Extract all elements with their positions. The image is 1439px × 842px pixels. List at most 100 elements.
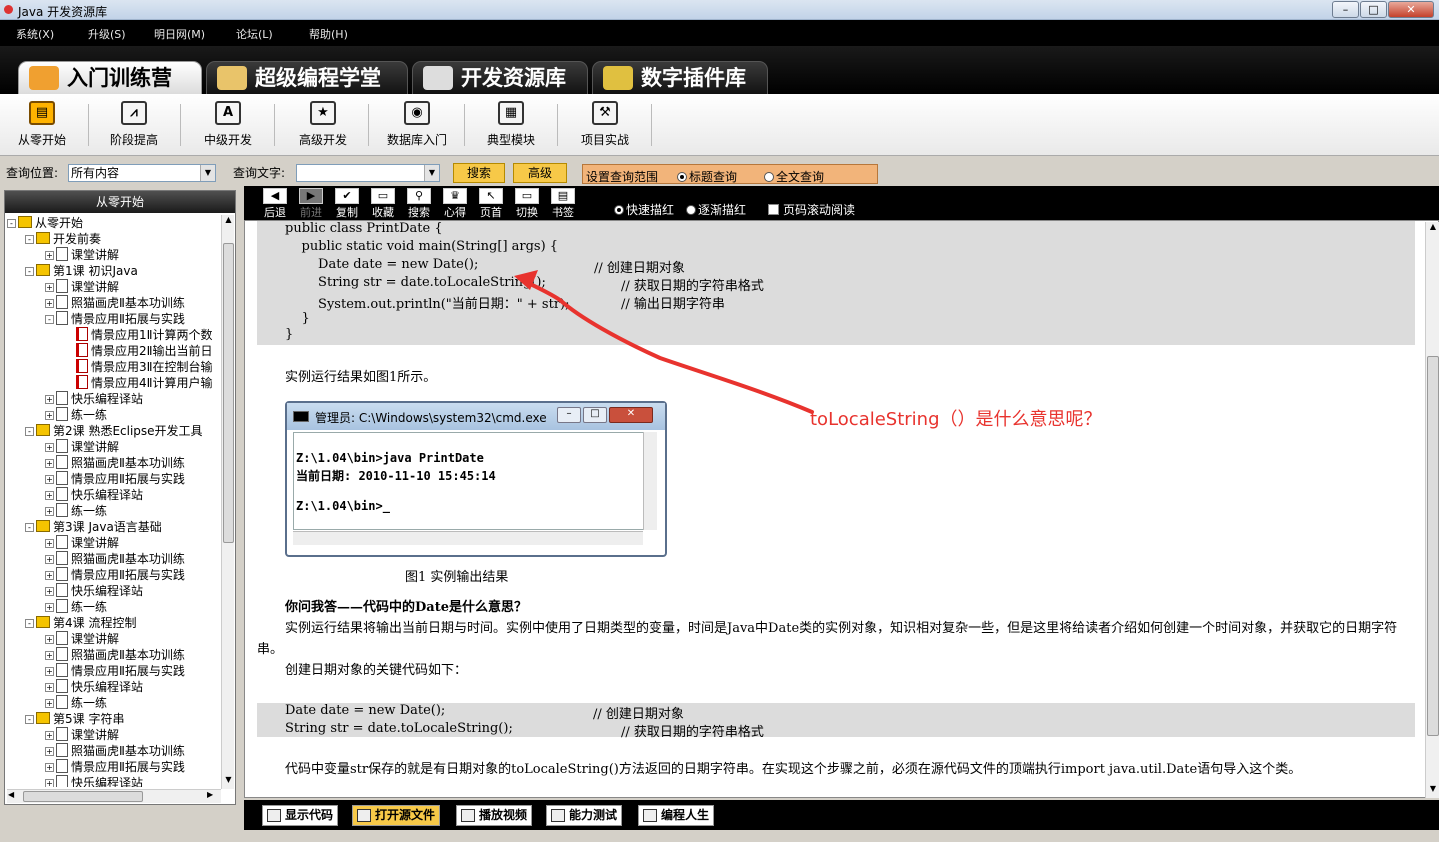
tree-item[interactable]: - 第4课 流程控制 [25, 615, 136, 631]
tree-item[interactable]: + 快乐编程译站 [45, 391, 143, 407]
page-top-button[interactable]: ↖ 页首 [476, 188, 506, 219]
tab-super-school[interactable]: 超级编程学堂 [206, 61, 408, 94]
copy-button[interactable]: ✔ 复制 [332, 188, 362, 219]
menu-help[interactable]: 帮助(H) [309, 26, 348, 42]
expand-icon[interactable]: + [45, 475, 54, 484]
query-input[interactable]: ▼ [296, 164, 440, 182]
notes-button[interactable]: ♛ 心得 [440, 188, 470, 219]
tree-item[interactable]: + 课堂讲解 [45, 631, 119, 647]
collapse-icon[interactable]: - [25, 235, 34, 244]
collapse-icon[interactable]: - [7, 219, 16, 228]
expand-icon[interactable]: + [45, 283, 54, 292]
expand-icon[interactable]: + [45, 699, 54, 708]
close-button[interactable]: ✕ [1388, 1, 1434, 18]
typical-module-button[interactable]: ▦ 典型模块 [469, 98, 553, 152]
scope-fulltext-option[interactable]: 全文查询 [764, 168, 824, 185]
fast-highlight-option[interactable]: 快速描红 [614, 201, 674, 218]
tree-item[interactable]: + 照猫画虎Ⅱ基本功训练 [45, 647, 185, 663]
search-button[interactable]: 搜索 [453, 163, 505, 183]
tab-intro-camp[interactable]: 入门训练营 [18, 61, 202, 94]
collapse-icon[interactable]: - [45, 315, 54, 324]
scroll-thumb[interactable] [223, 243, 234, 543]
tree-item[interactable]: + 情景应用Ⅱ拓展与实践 [45, 759, 185, 775]
tree-item[interactable]: + 练一练 [45, 599, 107, 615]
expand-icon[interactable]: + [45, 555, 54, 564]
tree-item[interactable]: + 情景应用Ⅱ拓展与实践 [45, 471, 185, 487]
tree-item[interactable]: - 从零开始 [7, 215, 83, 231]
expand-icon[interactable]: + [45, 635, 54, 644]
tree-item[interactable]: + 练一练 [45, 503, 107, 519]
scope-title-option[interactable]: 标题查询 [677, 168, 737, 185]
from-zero-button[interactable]: ▤ 从零开始 [0, 98, 84, 152]
tree-item[interactable]: + 课堂讲解 [45, 247, 119, 263]
intermediate-dev-button[interactable]: A 中级开发 [186, 98, 270, 152]
expand-icon[interactable]: + [45, 539, 54, 548]
tree-item[interactable]: + 情景应用Ⅱ拓展与实践 [45, 663, 185, 679]
back-button[interactable]: ◀ 后退 [260, 188, 290, 219]
scroll-up-icon[interactable]: ▲ [1427, 222, 1439, 235]
expand-icon[interactable]: + [45, 731, 54, 740]
expand-icon[interactable]: + [45, 395, 54, 404]
expand-icon[interactable]: + [45, 571, 54, 580]
scroll-up-icon[interactable]: ▲ [223, 215, 234, 228]
collapse-icon[interactable]: - [25, 715, 34, 724]
tree-item[interactable]: + 照猫画虎Ⅱ基本功训练 [45, 295, 185, 311]
scroll-left-icon[interactable]: ◀ [8, 790, 20, 802]
tree-item[interactable]: + 照猫画虎Ⅱ基本功训练 [45, 743, 185, 759]
expand-icon[interactable]: + [45, 491, 54, 500]
scroll-down-icon[interactable]: ▼ [223, 775, 234, 788]
content-vertical-scrollbar[interactable]: ▲ ▼ [1425, 222, 1439, 798]
tree-item[interactable]: 情景应用2Ⅱ输出当前日 [63, 343, 213, 359]
forward-button[interactable]: ▶ 前进 [296, 188, 326, 219]
tree-item[interactable]: + 练一练 [45, 407, 107, 423]
collapse-icon[interactable]: - [25, 427, 34, 436]
bookmark-button[interactable]: ▤ 书签 [548, 188, 578, 219]
scroll-right-icon[interactable]: ▶ [207, 790, 219, 802]
tree-item[interactable]: + 快乐编程译站 [45, 583, 143, 599]
expand-icon[interactable]: + [45, 443, 54, 452]
switch-button[interactable]: ▭ 切换 [512, 188, 542, 219]
expand-icon[interactable]: + [45, 587, 54, 596]
expand-icon[interactable]: + [45, 299, 54, 308]
expand-icon[interactable]: + [45, 459, 54, 468]
tree-item[interactable]: - 情景应用Ⅱ拓展与实践 [45, 311, 185, 327]
expand-icon[interactable]: + [45, 651, 54, 660]
tree-item[interactable]: + 快乐编程译站 [45, 775, 143, 787]
collapse-icon[interactable]: - [25, 267, 34, 276]
menu-forum[interactable]: 论坛(L) [236, 26, 273, 42]
programming-life-button[interactable]: 编程人生 [638, 805, 715, 826]
favorite-button[interactable]: ▭ 收藏 [368, 188, 398, 219]
tree-item[interactable]: + 情景应用Ⅱ拓展与实践 [45, 567, 185, 583]
tree-item[interactable]: + 课堂讲解 [45, 727, 119, 743]
project-practice-button[interactable]: ⚒ 项目实战 [563, 98, 647, 152]
tree-item[interactable]: + 课堂讲解 [45, 535, 119, 551]
expand-icon[interactable]: + [45, 667, 54, 676]
tree-item[interactable]: 情景应用1Ⅱ计算两个数 [63, 327, 213, 343]
tree-item[interactable]: + 快乐编程译站 [45, 487, 143, 503]
scroll-thumb[interactable] [23, 791, 143, 802]
advanced-button[interactable]: 高级 [513, 163, 567, 183]
ability-test-button[interactable]: 能力测试 [546, 805, 623, 826]
tree-item[interactable]: + 快乐编程译站 [45, 679, 143, 695]
tree-item[interactable]: 情景应用4Ⅱ计算用户输 [63, 375, 213, 391]
expand-icon[interactable]: + [45, 747, 54, 756]
location-select[interactable]: 所有内容 ▼ [68, 164, 216, 182]
maximize-button[interactable]: □ [1360, 1, 1387, 18]
tree-item[interactable]: - 第2课 熟悉Eclipse开发工具 [25, 423, 203, 439]
advanced-dev-button[interactable]: ★ 高级开发 [281, 98, 365, 152]
tree-item[interactable]: - 第3课 Java语言基础 [25, 519, 162, 535]
scroll-thumb[interactable] [1427, 356, 1439, 736]
open-source-button[interactable]: 打开源文件 [352, 805, 441, 826]
expand-icon[interactable]: + [45, 603, 54, 612]
tree-item[interactable]: - 开发前奏 [25, 231, 101, 247]
collapse-icon[interactable]: - [25, 523, 34, 532]
tree-item[interactable]: - 第5课 字符串 [25, 711, 124, 727]
tree-vertical-scrollbar[interactable]: ▲ ▼ [221, 215, 234, 789]
gradual-highlight-option[interactable]: 逐渐描红 [686, 201, 746, 218]
menu-mingri[interactable]: 明日网(M) [154, 26, 205, 42]
tree-item[interactable]: - 第1课 初识Java [25, 263, 138, 279]
show-code-button[interactable]: 显示代码 [262, 805, 339, 826]
menu-system[interactable]: 系统(X) [16, 26, 54, 42]
menu-upgrade[interactable]: 升级(S) [88, 26, 126, 42]
stage-improve-button[interactable]: ⩘ 阶段提高 [92, 98, 176, 152]
